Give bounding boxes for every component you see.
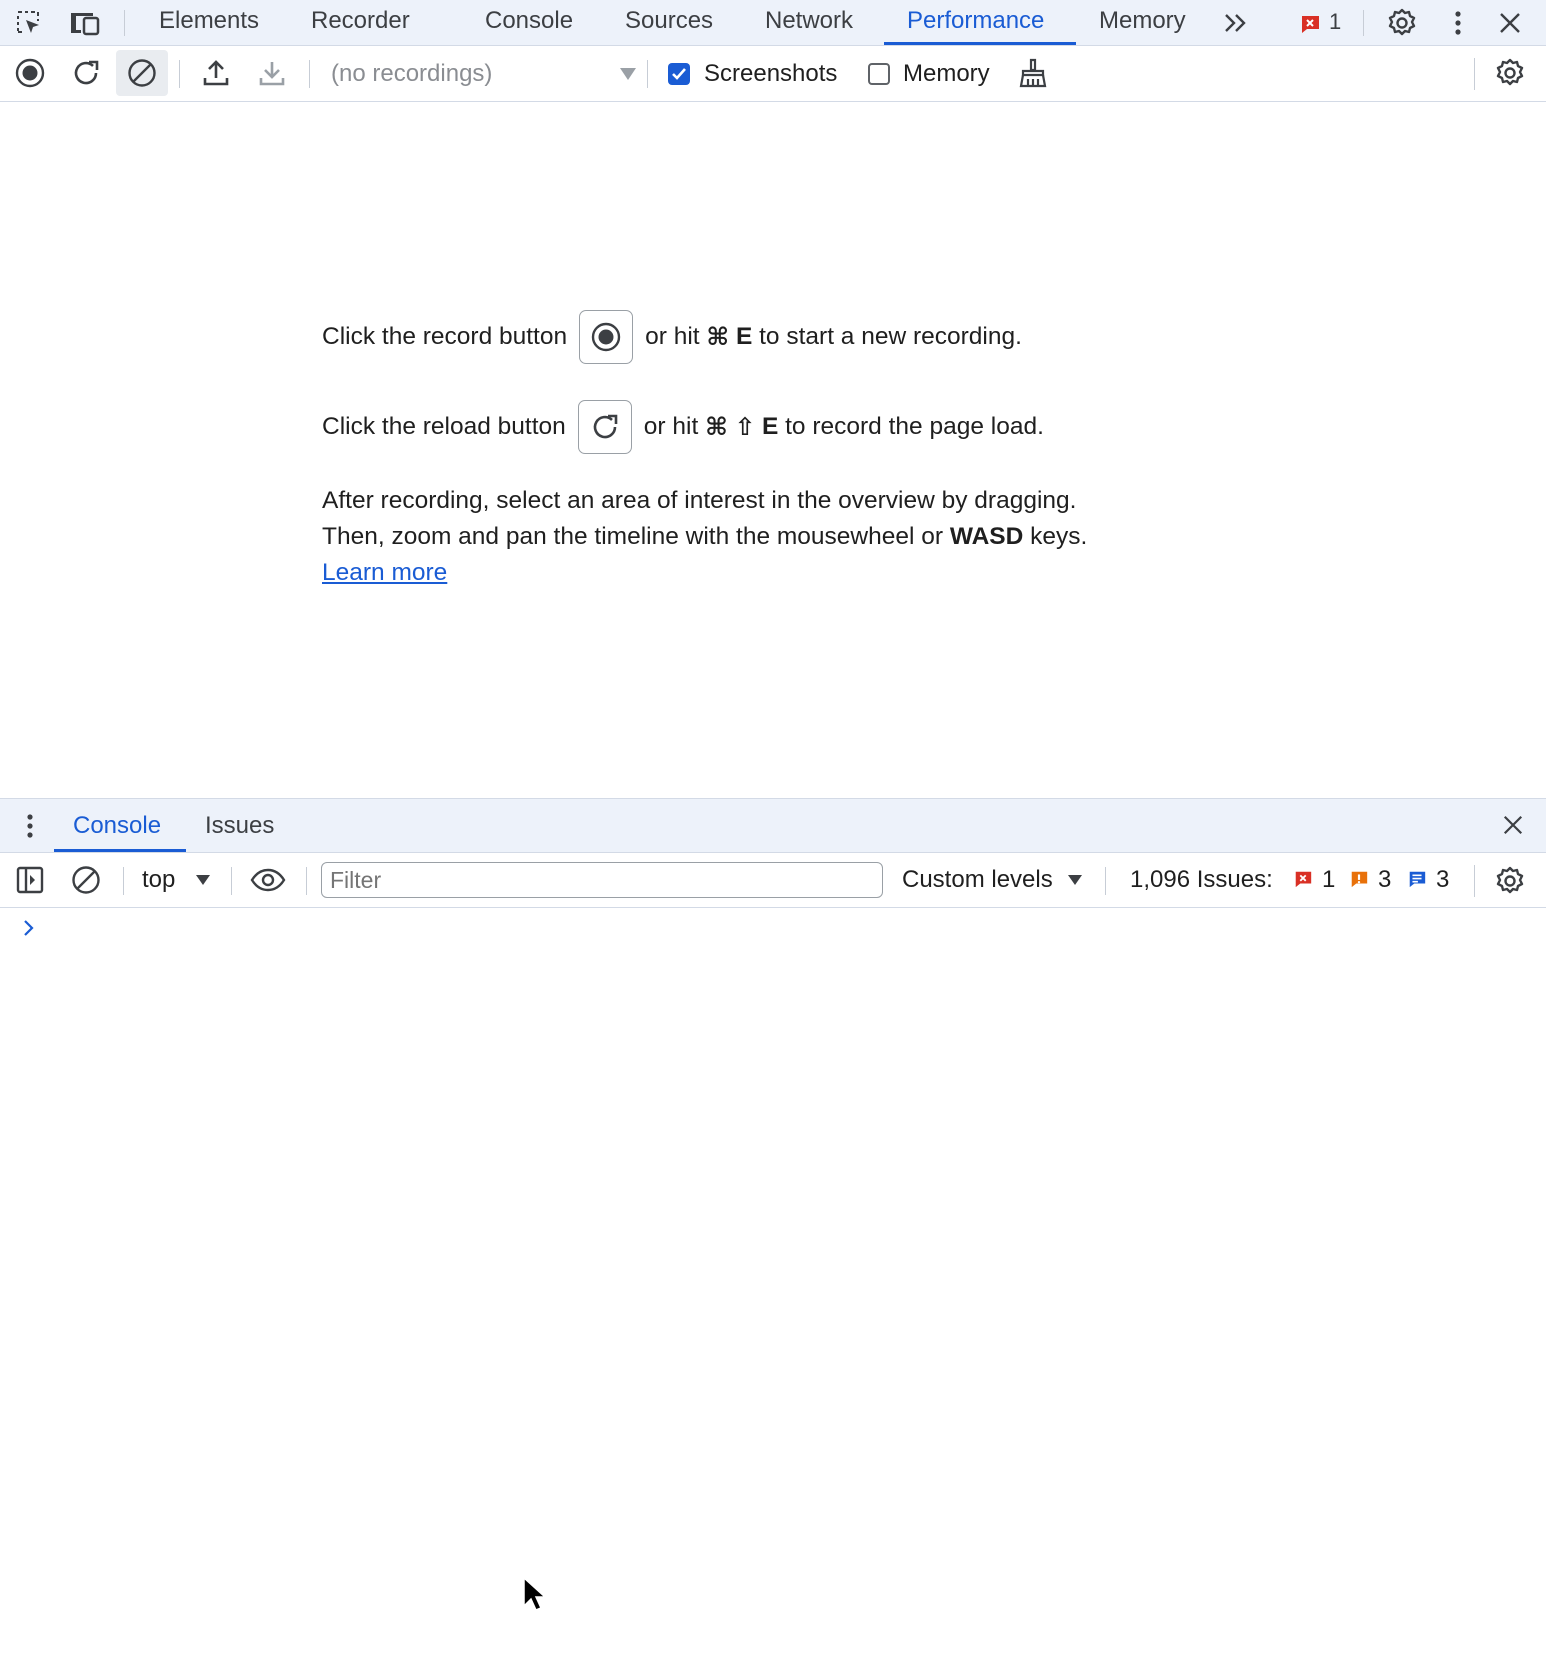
- toolbar-separator: [309, 60, 310, 88]
- tab-network[interactable]: Network: [765, 0, 853, 45]
- reload-instruction: Click the reload button or hit ⌘ ⇧ E to …: [322, 400, 1044, 454]
- console-settings-gear-icon[interactable]: [1492, 863, 1528, 899]
- context-dropdown-arrow-icon[interactable]: [192, 870, 214, 890]
- tabbar-separator: [1363, 10, 1364, 36]
- tabbar-separator: [124, 10, 125, 36]
- inspect-element-icon[interactable]: [12, 6, 46, 40]
- drawer-tab-bar: Console Issues: [0, 798, 1546, 853]
- issues-error-count[interactable]: 1: [1322, 866, 1335, 894]
- screenshots-label[interactable]: Screenshots: [704, 60, 837, 88]
- screenshots-checkbox[interactable]: [668, 63, 690, 85]
- after-recording-text-2: Then, zoom and pan the timeline with the…: [322, 523, 944, 550]
- console-toolbar-separator: [306, 867, 307, 895]
- record-shortcut-key: E: [735, 323, 753, 350]
- console-toolbar-separator: [123, 867, 124, 895]
- active-tab-indicator: [884, 42, 1076, 45]
- record-button-inline[interactable]: [579, 310, 634, 364]
- kebab-menu-icon[interactable]: [1446, 6, 1470, 40]
- after-recording-line-2: Then, zoom and pan the timeline with the…: [322, 523, 1087, 551]
- close-devtools-icon[interactable]: [1494, 7, 1526, 39]
- reload-shortcut-cmd: ⌘: [705, 414, 728, 441]
- after-recording-text-1: After recording, select an area of inter…: [322, 487, 1077, 514]
- capture-settings-gear-icon[interactable]: [1492, 55, 1528, 91]
- performance-toolbar: (no recordings) Screenshots Memory: [0, 46, 1546, 102]
- more-tabs-chevron-icon[interactable]: [1220, 8, 1252, 38]
- reload-record-icon[interactable]: [68, 55, 104, 91]
- close-drawer-icon[interactable]: [1498, 810, 1528, 840]
- settings-gear-icon[interactable]: [1384, 5, 1420, 41]
- clear-console-icon[interactable]: [68, 863, 104, 897]
- console-toolbar-separator: [1105, 867, 1106, 895]
- error-count[interactable]: 1: [1329, 9, 1341, 35]
- issues-warning-icon[interactable]: [1348, 868, 1370, 890]
- device-toolbar-icon[interactable]: [68, 6, 104, 40]
- context-selector[interactable]: top: [142, 866, 175, 894]
- toolbar-separator: [1474, 58, 1475, 90]
- garbage-collect-broom-icon[interactable]: [1016, 55, 1050, 91]
- record-shortcut-cmd: ⌘: [706, 324, 730, 351]
- record-or-hit: or hit: [645, 323, 700, 350]
- after-recording-text-2-end: keys.: [1030, 523, 1088, 550]
- drawer-menu-kebab-icon[interactable]: [18, 809, 42, 843]
- learn-more-line: Learn more: [322, 559, 447, 587]
- wasd-keys: WASD: [949, 523, 1024, 550]
- console-filter-input[interactable]: [321, 862, 883, 898]
- memory-checkbox[interactable]: [868, 63, 890, 85]
- issues-error-icon[interactable]: [1292, 868, 1314, 890]
- tab-elements[interactable]: Elements: [159, 0, 259, 45]
- record-icon[interactable]: [12, 55, 48, 91]
- drawer-active-tab-indicator: [54, 849, 186, 852]
- issues-warning-count[interactable]: 3: [1378, 866, 1391, 894]
- upload-profile-icon[interactable]: [198, 55, 234, 91]
- console-toolbar-separator: [1474, 865, 1475, 897]
- reload-shortcut-key: E: [761, 413, 779, 440]
- tab-recorder[interactable]: Recorder: [311, 0, 410, 45]
- recordings-dropdown[interactable]: (no recordings): [331, 60, 492, 88]
- drawer-tab-issues[interactable]: Issues: [205, 799, 274, 852]
- reload-instruction-end: to record the page load.: [785, 413, 1044, 440]
- tab-console[interactable]: Console: [485, 0, 573, 45]
- after-recording-line-1: After recording, select an area of inter…: [322, 487, 1076, 515]
- reload-button-inline[interactable]: [577, 400, 632, 454]
- reload-instruction-text: Click the reload button: [322, 413, 566, 440]
- issues-info-count[interactable]: 3: [1436, 866, 1449, 894]
- record-instruction-end: to start a new recording.: [759, 323, 1022, 350]
- clear-recordings-icon[interactable]: [116, 50, 168, 96]
- drawer-tab-console[interactable]: Console: [73, 799, 161, 852]
- levels-dropdown-arrow-icon[interactable]: [1064, 870, 1086, 890]
- console-toolbar-separator: [231, 867, 232, 895]
- reload-shortcut-shift: ⇧: [734, 414, 756, 441]
- error-badge-icon[interactable]: [1298, 12, 1322, 36]
- record-instruction-text: Click the record button: [322, 323, 568, 350]
- learn-more-link[interactable]: Learn more: [322, 559, 447, 587]
- record-instruction: Click the record button or hit ⌘ E to st…: [322, 310, 1022, 364]
- live-expression-eye-icon[interactable]: [249, 863, 287, 897]
- toolbar-separator: [647, 60, 648, 88]
- console-toolbar: top Custom levels 1,096 Issues: 1 3 3: [0, 853, 1546, 908]
- devtools-tab-bar: Elements Recorder Console Sources Networ…: [0, 0, 1546, 46]
- reload-or-hit: or hit: [643, 413, 699, 440]
- tab-performance[interactable]: Performance: [907, 0, 1044, 45]
- tab-sources[interactable]: Sources: [625, 0, 713, 45]
- mouse-cursor-icon: [522, 1576, 547, 1617]
- memory-label[interactable]: Memory: [903, 60, 990, 88]
- sidebar-toggle-icon[interactable]: [12, 863, 48, 897]
- issues-info-icon[interactable]: [1406, 868, 1428, 890]
- console-prompt-chevron-icon[interactable]: [22, 918, 36, 943]
- dropdown-arrow-icon[interactable]: [616, 64, 640, 84]
- tab-memory[interactable]: Memory: [1099, 0, 1186, 45]
- download-profile-icon[interactable]: [254, 55, 290, 91]
- issues-count-label[interactable]: 1,096 Issues:: [1130, 866, 1273, 894]
- toolbar-separator: [179, 60, 180, 88]
- log-levels-dropdown[interactable]: Custom levels: [902, 866, 1053, 894]
